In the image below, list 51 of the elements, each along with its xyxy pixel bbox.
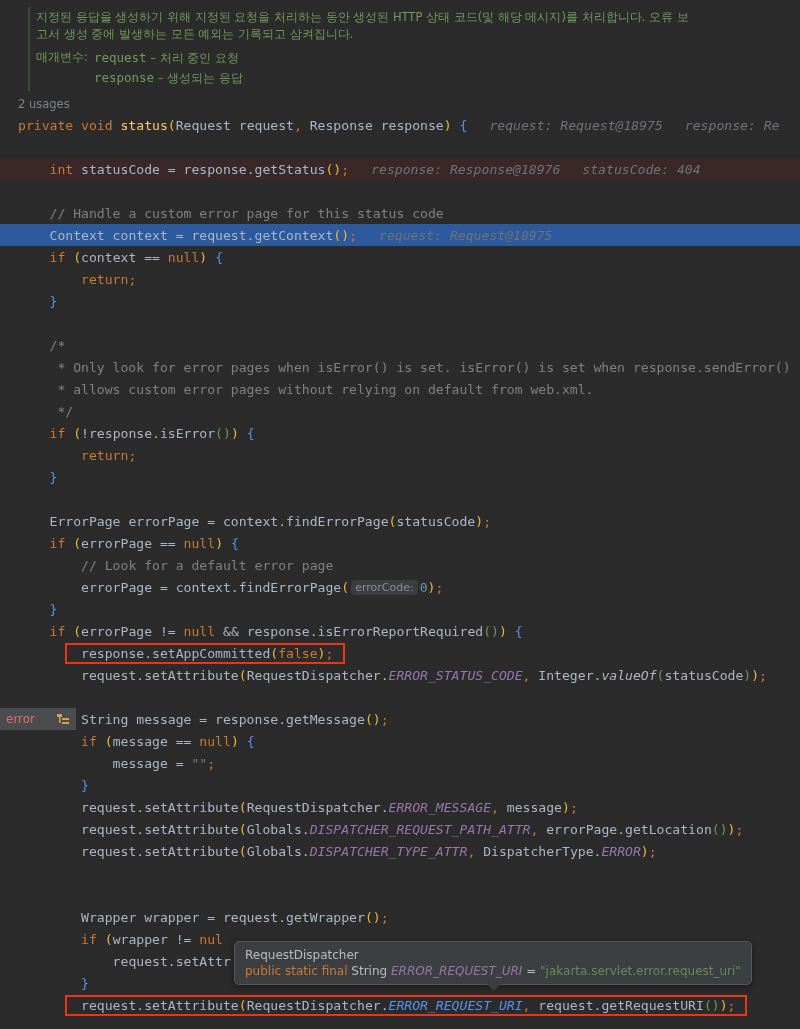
- code-text: return;: [81, 271, 137, 287]
- tooltip-signature: public static final String ERROR_REQUEST_URI = "jakarta.servlet.error.request_uri": [245, 964, 741, 978]
- gutter-marker[interactable]: error: [0, 708, 76, 730]
- code-text: request.setAttribute(RequestDispatcher.ERROR_REQUEST_URI, request.getRequestURI());: [81, 997, 736, 1013]
- code-text: 0);: [419, 579, 444, 595]
- debug-value-hint: request: Request@18975: [379, 227, 553, 243]
- code-text: request.setAttribute(RequestDispatcher.ERROR_MESSAGE, message);: [81, 799, 578, 815]
- debug-value-hint: response: Response@18976: [371, 161, 561, 177]
- param-description: response – 생성되는 응답: [93, 69, 243, 87]
- code-text: int statusCode = response.getStatus();: [49, 161, 350, 177]
- code-text: */: [57, 403, 74, 419]
- code-text: Wrapper wrapper = request.getWrapper();: [81, 909, 389, 925]
- code-text: if (errorPage != null && response.isErrorReportRequired()) {: [49, 623, 523, 639]
- code-text: // Handle a custom error page for this status code: [49, 205, 444, 221]
- code-text: request.setAttribute(Globals.DISPATCHER_TYPE_ATTR, DispatcherType.ERROR);: [81, 843, 657, 859]
- usages-link[interactable]: 2 usages: [18, 94, 800, 114]
- parameter-hint: errorCode:: [351, 579, 418, 595]
- code-text: return;: [81, 447, 137, 463]
- code-text: Context context = request.getContext();: [49, 227, 357, 243]
- code-text: if (wrapper != nul: [81, 931, 223, 947]
- code-text: * allows custom error pages without relying on default from web.xml.: [57, 381, 594, 397]
- code-text: private void status(Request request, Response response) {: [18, 117, 468, 133]
- code-text: // Look for a default error page: [81, 557, 334, 573]
- code-text: }: [49, 293, 58, 309]
- code-text: errorPage = context.findErrorPage(: [81, 579, 350, 595]
- code-text: if (errorPage == null) {: [49, 535, 239, 551]
- code-text: * Only look for error pages when isError() is set. isError() is set when response.sendError(): [57, 359, 791, 375]
- param-description: request – 처리 중인 요청: [93, 49, 240, 67]
- code-text: request.setAttribute(RequestDispatcher.ERROR_STATUS_CODE, Integer.valueOf(statusCode));: [81, 667, 767, 683]
- code-text: }: [81, 975, 89, 991]
- code-text: message = "";: [112, 755, 216, 771]
- code-text: ErrorPage errorPage = context.findErrorPage(statusCode);: [49, 513, 492, 529]
- code-text: /*: [49, 337, 66, 353]
- code-text: response.setAppCommitted(false);: [81, 645, 334, 661]
- debug-value-hint: response: Re: [684, 117, 780, 133]
- code-text: request.setAttribute(Globals.DISPATCHER_REQUEST_PATH_ATTR, errorPage.getLocation());: [81, 821, 744, 837]
- error-label: error: [6, 712, 36, 726]
- code-text: String message = response.getMessage();: [81, 711, 389, 727]
- code-text: if (message == null) {: [81, 733, 255, 749]
- code-text: request.setAttr: [112, 953, 231, 969]
- debug-value-hint: request: Request@18975: [489, 117, 663, 133]
- tooltip-title: RequestDispatcher: [245, 948, 360, 962]
- code-text: }: [49, 601, 58, 617]
- doc-summary: 지정된 응답을 생성하기 위해 지정된 요청을 처리하는 동안 생성된 HTTP 상태 코드(및 해당 메시지)를 처리합니다. 오류 보고서 생성 중에 발생하는 모든 예외는 기록되고 삼켜집니다.: [36, 9, 690, 43]
- code-text: if (context == null) {: [49, 249, 224, 265]
- debug-value-hint: statusCode: 404: [582, 161, 701, 177]
- code-text: if (!response.isError()) {: [49, 425, 255, 441]
- code-text: }: [81, 777, 89, 793]
- params-label: 매개변수:: [36, 49, 88, 66]
- code-text: }: [49, 469, 58, 485]
- tree-icon: [56, 713, 70, 725]
